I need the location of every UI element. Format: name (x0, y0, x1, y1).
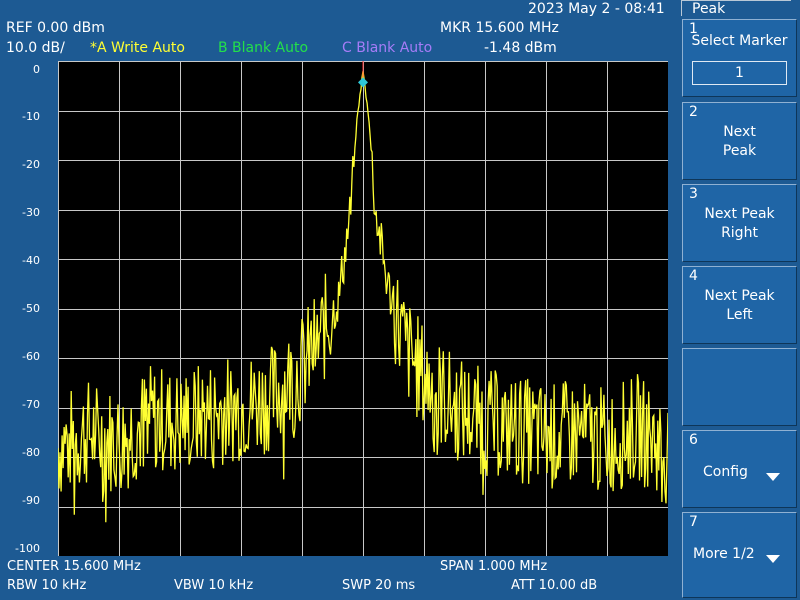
rbw: RBW 10 kHz (7, 578, 87, 593)
y-tick-label: -30 (22, 206, 40, 219)
config-key[interactable]: 6 Config (682, 430, 797, 508)
softkey-label-line1: Next Peak (704, 206, 775, 222)
softkey-label: More 1/2 (693, 546, 755, 562)
marker-level: -1.48 dBm (484, 40, 557, 56)
blank-softkey[interactable] (682, 348, 797, 426)
y-tick-label: -80 (22, 446, 40, 459)
softkey-number: 6 (689, 432, 698, 448)
next-peak-right-key[interactable]: 3 Next Peak Right (682, 184, 797, 262)
y-tick-label: -20 (22, 158, 40, 171)
center-frequency: CENTER 15.600 MHz (7, 559, 141, 574)
y-tick-label: -70 (22, 398, 40, 411)
panel-title: Peak (681, 0, 791, 17)
select-marker-key[interactable]: 1 Select Marker 1 (682, 19, 797, 97)
softkey-label-line2: Left (726, 307, 753, 323)
y-tick-label: 0 (33, 63, 40, 76)
chevron-down-icon (766, 473, 780, 481)
more-key[interactable]: 7 More 1/2 (682, 512, 797, 598)
y-tick-label: -100 (15, 542, 40, 555)
softkey-number: 7 (689, 514, 698, 530)
next-peak-left-key[interactable]: 4 Next Peak Left (682, 266, 797, 344)
datetime: 2023 May 2 - 08:41 (528, 1, 665, 17)
span: SPAN 1.000 MHz (440, 559, 548, 574)
trace-b-status: B Blank Auto (218, 40, 309, 56)
softkey-label: Select Marker (691, 33, 788, 49)
chevron-down-icon (766, 555, 780, 563)
vbw: VBW 10 kHz (174, 578, 254, 593)
y-tick-label: -50 (22, 302, 40, 315)
softkey-label-line2: Peak (722, 143, 757, 159)
spectrum-display[interactable] (58, 61, 668, 556)
marker-number-field[interactable]: 1 (692, 61, 787, 85)
y-tick-label: -10 (22, 110, 40, 123)
y-tick-label: -40 (22, 254, 40, 267)
softkey-label-line2: Right (721, 225, 758, 241)
softkey-number: 4 (689, 268, 698, 284)
attenuation: ATT 10.00 dB (511, 578, 598, 593)
softkey-label: Config (703, 464, 748, 480)
reference-level: REF 0.00 dBm (6, 20, 105, 36)
sweep-time: SWP 20 ms (342, 578, 416, 593)
trace-c-status: C Blank Auto (342, 40, 433, 56)
next-peak-key[interactable]: 2 Next Peak (682, 102, 797, 180)
softkey-label-line1: Next Peak (704, 288, 775, 304)
softkey-panel: Peak 1 Select Marker 1 2 Next Peak 3 Nex… (676, 0, 800, 600)
scale-per-div: 10.0 dB/ (6, 40, 65, 56)
marker-frequency: MKR 15.600 MHz (440, 20, 559, 36)
softkey-number: 3 (689, 186, 698, 202)
y-tick-label: -90 (22, 494, 40, 507)
y-tick-label: -60 (22, 350, 40, 363)
softkey-number: 2 (689, 104, 698, 120)
trace-a-status: *A Write Auto (90, 40, 185, 56)
softkey-label-line1: Next (723, 124, 756, 140)
